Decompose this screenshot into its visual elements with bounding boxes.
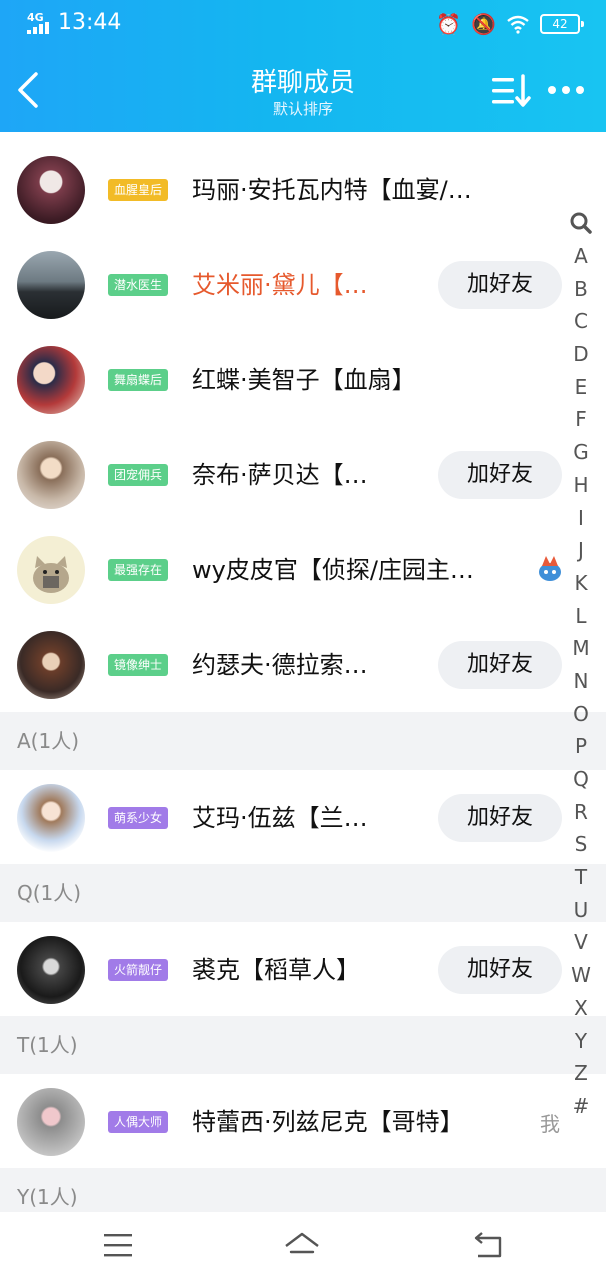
status-icons: ⏰ 🔕 42 — [436, 10, 584, 38]
wifi-icon — [507, 15, 529, 34]
index-letter[interactable]: U — [574, 894, 589, 927]
index-letter[interactable]: F — [575, 403, 587, 436]
member-title-badge: 舞扇蝶后 — [108, 369, 169, 391]
index-letter[interactable]: B — [574, 273, 588, 306]
index-letter[interactable]: R — [574, 796, 588, 829]
avatar — [17, 251, 85, 319]
index-letter[interactable]: Q — [573, 763, 589, 796]
index-letter[interactable]: O — [573, 698, 589, 731]
section-header: Q(1人) — [0, 864, 606, 922]
index-letter[interactable]: W — [571, 959, 591, 992]
index-letter[interactable]: N — [574, 665, 589, 698]
avatar — [17, 441, 85, 509]
system-nav-bar — [0, 1212, 606, 1280]
section-header: Y(1人) — [0, 1168, 606, 1212]
member-row[interactable]: 萌系少女 艾玛·伍兹【兰… 加好友 — [0, 770, 606, 866]
member-title-badge: 人偶大师 — [108, 1111, 169, 1133]
search-icon[interactable] — [570, 210, 592, 236]
decoration-icon — [539, 556, 561, 581]
avatar — [17, 936, 85, 1004]
mute-bell-icon: 🔕 — [471, 12, 496, 36]
index-letter[interactable]: D — [573, 338, 588, 371]
member-title-badge: 最强存在 — [108, 559, 169, 581]
index-letter[interactable]: L — [575, 600, 586, 633]
member-row[interactable]: 最强存在 wy皮皮官【侦探/庄园主… — [0, 522, 606, 618]
add-friend-button[interactable]: 加好友 — [438, 794, 562, 842]
member-name: 红蝶·美智子【血扇】 — [192, 366, 416, 394]
member-row[interactable]: 镜像绅士 约瑟夫·德拉索… 加好友 — [0, 617, 606, 713]
avatar — [17, 156, 85, 224]
member-name: 艾玛·伍兹【兰… — [192, 804, 368, 832]
avatar — [17, 536, 85, 604]
cat-avatar-icon — [33, 556, 69, 593]
member-name: 艾米丽·黛儿【… — [192, 271, 368, 299]
index-letter[interactable]: # — [573, 1090, 590, 1123]
member-name: 裘克【稻草人】 — [192, 956, 360, 984]
index-letter[interactable]: Z — [574, 1057, 588, 1090]
member-name: 奈布·萨贝达【… — [192, 461, 368, 489]
sort-icon[interactable] — [490, 74, 534, 108]
add-friend-button[interactable]: 加好友 — [438, 641, 562, 689]
index-letter[interactable]: E — [575, 371, 588, 404]
status-bar: 4G 13:44 ⏰ 🔕 42 — [0, 0, 606, 48]
member-title-badge: 团宠佣兵 — [108, 464, 169, 486]
add-friend-button[interactable]: 加好友 — [438, 946, 562, 994]
index-letter[interactable]: M — [572, 632, 589, 665]
member-row[interactable]: 舞扇蝶后 红蝶·美智子【血扇】 — [0, 332, 606, 428]
index-letter[interactable]: S — [575, 828, 588, 861]
index-letter[interactable]: G — [573, 436, 589, 469]
more-dots-icon[interactable] — [548, 78, 590, 102]
avatar — [17, 784, 85, 852]
member-name: 特蕾西·列兹尼克【哥特】 — [192, 1108, 464, 1136]
member-name: 玛丽·安托瓦内特【血宴/… — [192, 176, 472, 204]
index-letter[interactable]: H — [573, 469, 588, 502]
home-icon[interactable] — [282, 1228, 322, 1264]
avatar — [17, 346, 85, 414]
member-row[interactable]: 人偶大师 特蕾西·列兹尼克【哥特】 我 — [0, 1074, 606, 1170]
index-letter[interactable]: P — [575, 730, 587, 763]
index-letter[interactable]: J — [578, 534, 584, 567]
add-friend-button[interactable]: 加好友 — [438, 261, 562, 309]
status-time: 13:44 — [58, 10, 122, 35]
avatar — [17, 1088, 85, 1156]
index-letter[interactable]: K — [574, 567, 587, 600]
index-letter[interactable]: C — [574, 305, 588, 338]
member-row[interactable]: 潜水医生 艾米丽·黛儿【… 加好友 — [0, 237, 606, 333]
member-row[interactable]: 火箭靓仔 裘克【稻草人】 加好友 — [0, 922, 606, 1018]
self-tag: 我 — [540, 1112, 560, 1136]
index-letter[interactable]: V — [574, 926, 588, 959]
index-letter[interactable]: Y — [575, 1025, 587, 1058]
index-letter[interactable]: X — [574, 992, 588, 1025]
member-row[interactable]: 团宠佣兵 奈布·萨贝达【… 加好友 — [0, 427, 606, 523]
member-title-badge: 火箭靓仔 — [108, 959, 169, 981]
alphabet-index[interactable]: A B C D E F G H I J K L M N O P Q R S T … — [566, 210, 596, 1123]
index-letter[interactable]: I — [578, 502, 584, 535]
back-icon[interactable] — [468, 1228, 508, 1264]
section-header: T(1人) — [0, 1016, 606, 1074]
menu-icon[interactable] — [98, 1228, 138, 1264]
section-header: A(1人) — [0, 712, 606, 770]
member-title-badge: 血腥皇后 — [108, 179, 169, 201]
member-title-badge: 镜像绅士 — [108, 654, 169, 676]
add-friend-button[interactable]: 加好友 — [438, 451, 562, 499]
member-title-badge: 萌系少女 — [108, 807, 169, 829]
avatar — [17, 631, 85, 699]
member-title-badge: 潜水医生 — [108, 274, 169, 296]
top-bar: 4G 13:44 ⏰ 🔕 42 群聊成员 默认排序 — [0, 0, 606, 132]
alarm-icon: ⏰ — [436, 12, 462, 36]
battery-icon: 42 — [540, 14, 584, 34]
signal-icon — [27, 22, 53, 34]
index-letter[interactable]: T — [575, 861, 587, 894]
member-name: 约瑟夫·德拉索… — [192, 651, 368, 679]
index-letter[interactable]: A — [574, 240, 588, 273]
member-row[interactable]: 血腥皇后 玛丽·安托瓦内特【血宴/… — [0, 142, 606, 238]
member-name: wy皮皮官【侦探/庄园主… — [192, 556, 474, 584]
